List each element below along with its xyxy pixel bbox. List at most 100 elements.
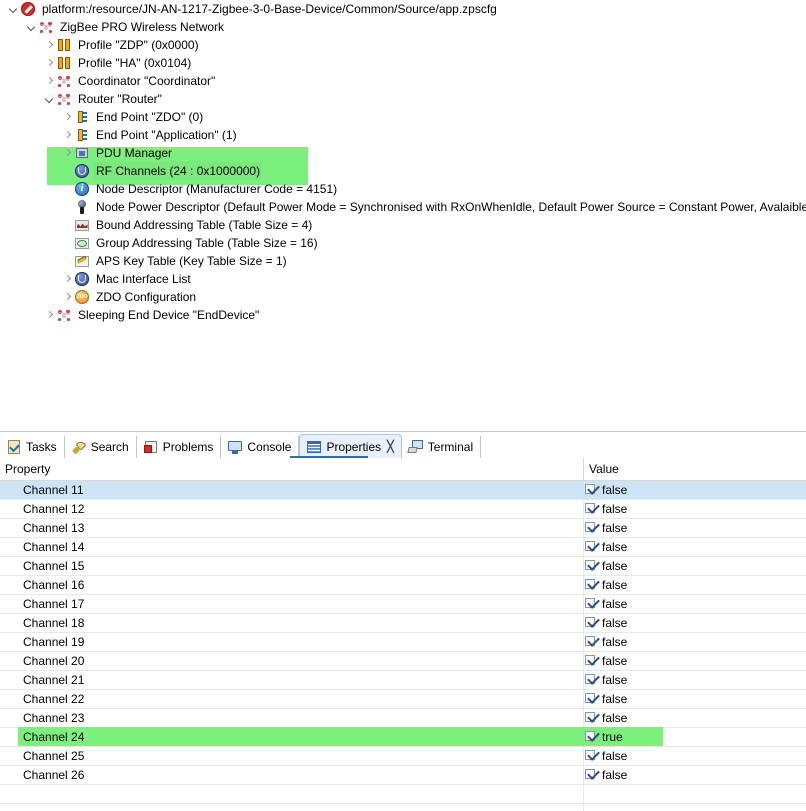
chevron-down-icon[interactable] — [8, 0, 20, 18]
table-row[interactable]: Channel 15 false — [0, 557, 806, 576]
tree-item-16[interactable]: ZDO Configuration — [0, 288, 806, 306]
property-value-cell[interactable]: true — [602, 728, 623, 746]
checkbox-editor-icon[interactable] — [585, 674, 599, 686]
table-row[interactable]: Channel 12 false — [0, 500, 806, 519]
checkbox-editor-icon[interactable] — [585, 560, 599, 572]
property-value-cell[interactable]: false — [602, 500, 627, 518]
checkbox-editor-icon[interactable] — [585, 636, 599, 648]
property-name-cell[interactable]: Channel 16 — [23, 576, 84, 594]
tab-tasks[interactable]: Tasks — [0, 436, 65, 458]
property-value-cell[interactable]: false — [602, 576, 627, 594]
table-row[interactable]: Channel 19 false — [0, 633, 806, 652]
property-name-cell[interactable]: Channel 15 — [23, 557, 84, 575]
table-row[interactable]: Channel 20 false — [0, 652, 806, 671]
tree-item-9[interactable]: RF Channels (24 : 0x1000000) — [0, 162, 806, 180]
chevron-right-icon[interactable] — [44, 36, 56, 54]
tree-item-15[interactable]: Mac Interface List — [0, 270, 806, 288]
tree-item-13[interactable]: Group Addressing Table (Table Size = 16) — [0, 234, 806, 252]
property-name-cell[interactable]: Channel 19 — [23, 633, 84, 651]
tree-item-6[interactable]: End Point "ZDO" (0) — [0, 108, 806, 126]
table-row[interactable]: Channel 24 true — [0, 727, 806, 747]
property-value-cell[interactable]: false — [602, 595, 627, 613]
table-row[interactable]: Channel 25 false — [0, 747, 806, 766]
checkbox-editor-icon[interactable] — [585, 503, 599, 515]
tree-item-17[interactable]: Sleeping End Device "EndDevice" — [0, 306, 806, 324]
checkbox-editor-icon[interactable] — [585, 541, 599, 553]
table-row[interactable]: Channel 21 false — [0, 671, 806, 690]
column-divider[interactable] — [583, 458, 584, 480]
property-value-cell[interactable]: false — [602, 690, 627, 708]
property-value-cell[interactable]: false — [602, 519, 627, 537]
chevron-right-icon[interactable] — [62, 288, 74, 306]
tree-item-5[interactable]: Router "Router" — [0, 90, 806, 108]
tree-item-7[interactable]: End Point "Application" (1) — [0, 126, 806, 144]
property-name-cell[interactable]: Channel 23 — [23, 709, 84, 727]
tree-item-1[interactable]: ZigBee PRO Wireless Network — [0, 18, 806, 36]
table-row[interactable]: Channel 14 false — [0, 538, 806, 557]
tree-item-4[interactable]: Coordinator "Coordinator" — [0, 72, 806, 90]
checkbox-editor-icon[interactable] — [585, 655, 599, 667]
checkbox-editor-icon[interactable] — [585, 598, 599, 610]
table-row[interactable]: Channel 17 false — [0, 595, 806, 614]
chevron-right-icon[interactable] — [44, 54, 56, 72]
checkbox-editor-icon[interactable] — [585, 750, 599, 762]
checkbox-editor-icon[interactable] — [585, 484, 599, 496]
property-name-cell[interactable]: Channel 22 — [23, 690, 84, 708]
tab-problems[interactable]: Problems — [136, 436, 222, 458]
column-header-value[interactable]: Value — [589, 458, 619, 480]
property-value-cell[interactable]: false — [602, 481, 627, 499]
property-name-cell[interactable]: Channel 14 — [23, 538, 84, 556]
property-value-cell[interactable]: false — [602, 614, 627, 632]
property-value-cell[interactable]: false — [602, 633, 627, 651]
tree-item-11[interactable]: Node Power Descriptor (Default Power Mod… — [0, 198, 806, 216]
checkbox-editor-icon[interactable] — [585, 769, 599, 781]
property-value-cell[interactable]: false — [602, 709, 627, 727]
property-name-cell[interactable]: Channel 26 — [23, 766, 84, 784]
property-name-cell[interactable]: Channel 11 — [23, 481, 84, 499]
tree-item-10[interactable]: Node Descriptor (Manufacturer Code = 415… — [0, 180, 806, 198]
close-icon[interactable]: ╳ — [387, 440, 394, 453]
chevron-right-icon[interactable] — [62, 126, 74, 144]
tab-search[interactable]: Search — [64, 436, 137, 458]
checkbox-editor-icon[interactable] — [585, 579, 599, 591]
column-header-property[interactable]: Property — [5, 458, 50, 480]
table-row[interactable]: Channel 11 false — [0, 481, 806, 500]
property-name-cell[interactable]: Channel 13 — [23, 519, 84, 537]
checkbox-editor-icon[interactable] — [585, 522, 599, 534]
chevron-down-icon[interactable] — [26, 18, 38, 36]
checkbox-editor-icon[interactable] — [585, 693, 599, 705]
tree-item-0[interactable]: platform:/resource/JN-AN-1217-Zigbee-3-0… — [0, 0, 806, 18]
table-row[interactable]: Channel 22 false — [0, 690, 806, 709]
bottom-view-tab-bar[interactable]: Tasks Search Problems Console Properties ╳ Ter… — [0, 434, 806, 458]
property-value-cell[interactable]: false — [602, 538, 627, 556]
property-name-cell[interactable]: Channel 12 — [23, 500, 84, 518]
property-value-cell[interactable]: false — [602, 747, 627, 765]
table-row[interactable]: Channel 18 false — [0, 614, 806, 633]
tab-terminal[interactable]: Terminal — [401, 436, 482, 458]
property-value-cell[interactable]: false — [602, 652, 627, 670]
tab-console[interactable]: Console — [221, 436, 300, 458]
checkbox-editor-icon[interactable] — [585, 617, 599, 629]
tree-item-3[interactable]: Profile "HA" (0x0104) — [0, 54, 806, 72]
property-name-cell[interactable]: Channel 20 — [23, 652, 84, 670]
tree-item-12[interactable]: Bound Addressing Table (Table Size = 4) — [0, 216, 806, 234]
chevron-right-icon[interactable] — [62, 108, 74, 126]
checkbox-editor-icon[interactable] — [585, 731, 599, 743]
checkbox-editor-icon[interactable] — [585, 712, 599, 724]
tree-item-8[interactable]: PDU Manager — [0, 144, 806, 162]
chevron-right-icon[interactable] — [62, 270, 74, 288]
property-value-cell[interactable]: false — [602, 557, 627, 575]
property-value-cell[interactable]: false — [602, 671, 627, 689]
property-name-cell[interactable]: Channel 24 — [23, 728, 84, 746]
tab-properties[interactable]: Properties ╳ — [299, 434, 402, 458]
model-tree-pane[interactable]: platform:/resource/JN-AN-1217-Zigbee-3-0… — [0, 0, 806, 431]
chevron-right-icon[interactable] — [62, 144, 74, 162]
property-name-cell[interactable]: Channel 18 — [23, 614, 84, 632]
property-value-cell[interactable]: false — [602, 766, 627, 784]
table-row[interactable]: Channel 16 false — [0, 576, 806, 595]
table-row[interactable]: Channel 23 false — [0, 709, 806, 728]
property-name-cell[interactable]: Channel 25 — [23, 747, 84, 765]
tree-item-14[interactable]: APS Key Table (Key Table Size = 1) — [0, 252, 806, 270]
property-name-cell[interactable]: Channel 21 — [23, 671, 84, 689]
chevron-down-icon[interactable] — [44, 90, 56, 108]
